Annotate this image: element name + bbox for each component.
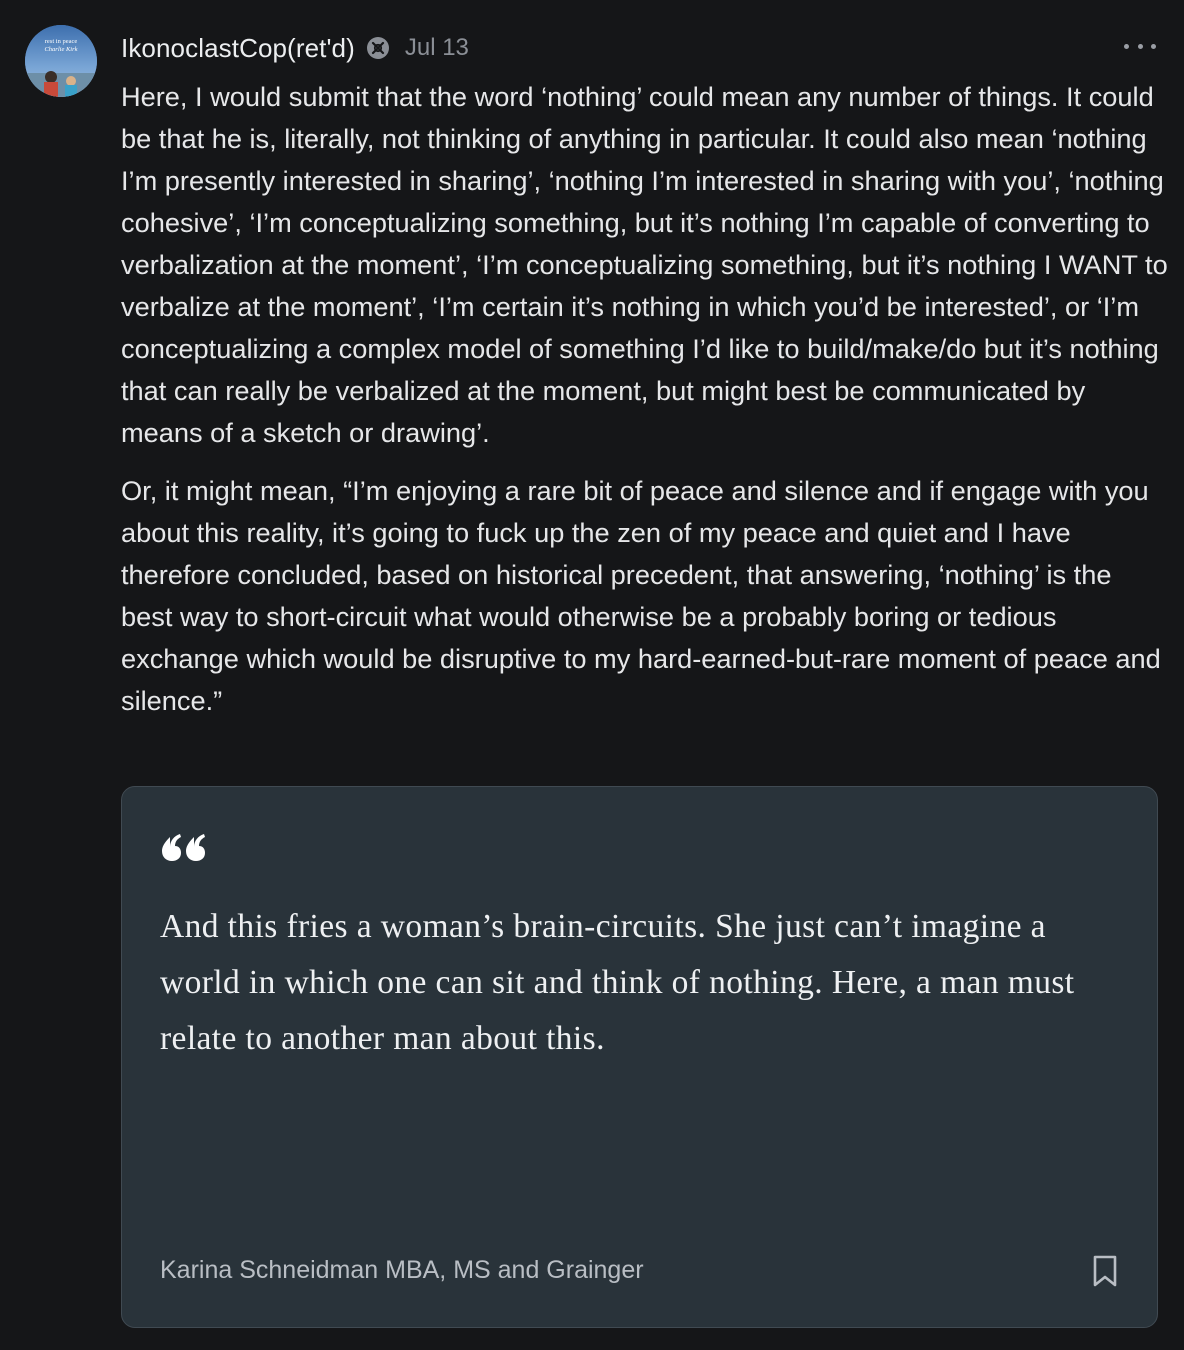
avatar-caption-line1: rest in peace bbox=[45, 38, 78, 45]
note-post: rest in peace Charlie Kirk IkonoclastCop… bbox=[0, 0, 1184, 1350]
quote-attribution: Karina Schneidman MBA, MS and Grainger bbox=[160, 1256, 644, 1284]
more-dot bbox=[1124, 43, 1129, 49]
author-avatar[interactable]: rest in peace Charlie Kirk bbox=[25, 25, 97, 97]
quoted-post-card[interactable]: And this fries a woman’s brain-circuits.… bbox=[121, 786, 1158, 1328]
avatar-caption-line2: Charlie Kirk bbox=[44, 46, 77, 53]
post-header: IkonoclastCop(ret'd) Jul 13 bbox=[121, 30, 469, 66]
post-body: Here, I would submit that the word ‘noth… bbox=[121, 76, 1169, 722]
bookmark-icon[interactable] bbox=[1091, 1254, 1119, 1288]
more-options-icon[interactable] bbox=[1124, 36, 1156, 56]
post-paragraph: Here, I would submit that the word ‘noth… bbox=[121, 81, 1168, 448]
more-dot bbox=[1151, 43, 1156, 49]
more-dot bbox=[1137, 43, 1143, 49]
quote-mark-icon bbox=[160, 831, 210, 867]
post-paragraph: Or, it might mean, “I’m enjoying a rare … bbox=[121, 475, 1161, 716]
author-name[interactable]: IkonoclastCop(ret'd) bbox=[121, 33, 355, 64]
post-date[interactable]: Jul 13 bbox=[405, 34, 469, 62]
subscriber-badge-icon bbox=[366, 37, 389, 59]
avatar-photo: rest in peace Charlie Kirk bbox=[25, 25, 97, 97]
quote-text: And this fries a woman’s brain-circuits.… bbox=[160, 908, 1075, 1057]
